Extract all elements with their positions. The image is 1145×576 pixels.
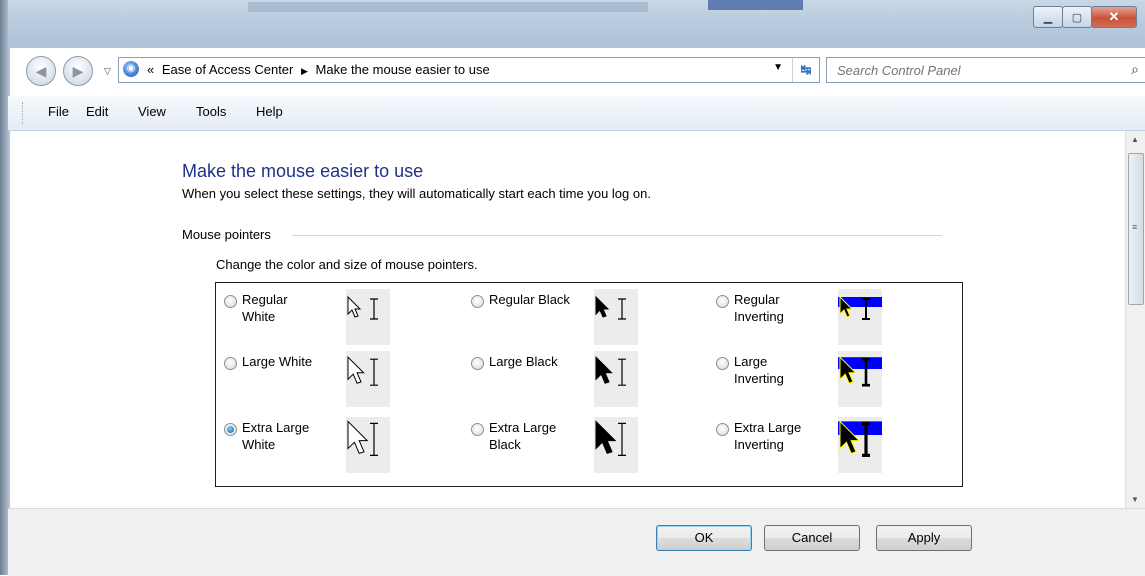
pointer-option-label-line2: Inverting [734,437,784,452]
pointer-preview-icon [346,351,390,407]
pointer-preview-icon [838,289,882,345]
pointer-option-radio[interactable] [471,295,484,308]
pointer-preview-icon [838,351,882,407]
thumb-grip-icon: ≡ [1132,222,1138,232]
menu-bar: File Edit View Tools Help [8,96,1145,131]
forward-arrow-icon[interactable]: ▶ [63,56,93,86]
pointer-option-radio[interactable] [224,295,237,308]
scroll-up-icon[interactable]: ▲ [1131,135,1139,144]
pointer-preview-icon [594,289,638,345]
recent-pages-dropdown-icon[interactable]: ▽ [104,66,111,77]
pointer-option-label-line1: Extra Large [242,420,310,435]
pointer-option-radio[interactable] [224,357,237,370]
pointer-option-label[interactable]: Extra Large Black [489,419,556,453]
pointer-option-label-line1: Large Black [489,354,558,369]
search-box[interactable]: ⌕ [826,57,1145,83]
pointer-option-radio[interactable] [716,357,729,370]
pointer-option-label-line1: Extra Large [489,420,557,435]
refresh-icon[interactable]: ↹ [792,58,819,82]
menu-view[interactable]: View [138,104,166,119]
section-heading: Mouse pointers [182,227,271,242]
menu-grip [22,102,26,124]
pointer-option-label-line1: Large White [242,354,313,369]
close-icon[interactable]: ✕ [1091,6,1137,28]
vertical-scrollbar[interactable]: ▲ ≡ ▼ [1125,131,1145,508]
pointer-preview-graphic [347,295,378,320]
pointer-option-label[interactable]: Large Inverting [734,353,784,387]
pointer-option-label-line2: Black [489,437,521,452]
pointer-option-label-line1: Large [734,354,768,369]
pointer-preview-icon [838,417,882,473]
section-divider [292,235,942,236]
cancel-button[interactable]: Cancel [764,525,860,551]
apply-button[interactable]: Apply [876,525,972,551]
pointer-option-label[interactable]: Regular Black [489,291,570,308]
breadcrumb-overflow[interactable]: « [147,62,154,77]
pointer-option-label-line2: White [242,309,276,324]
pointer-option-radio[interactable] [471,357,484,370]
section-description: Change the color and size of mouse point… [216,257,478,272]
search-icon[interactable]: ⌕ [1131,61,1139,78]
pointer-option-label-line1: Extra Large [734,420,802,435]
pointer-option-label[interactable]: Regular Inverting [734,291,784,325]
pointer-preview-graphic [347,355,378,386]
pointer-option-radio[interactable] [716,423,729,436]
pointer-option-label[interactable]: Regular White [242,291,288,325]
navigation-bar: ◀ ▶ ▽ ◉ « Ease of Access Center ▶ Make t… [8,52,1145,92]
address-bar[interactable]: ◉ « Ease of Access Center ▶ Make the mou… [118,57,820,83]
background-blur [708,0,803,10]
pointer-preview-graphic [595,295,626,320]
pointer-preview-graphic [838,295,882,320]
pointer-option-label-line1: Regular [242,292,288,307]
main-content: Make the mouse easier to use When you se… [10,131,1125,508]
pointer-option-radio[interactable] [224,423,237,436]
breadcrumb-current[interactable]: Make the mouse easier to use [316,62,490,77]
menu-edit[interactable]: Edit [86,104,108,119]
pointer-preview-icon [594,351,638,407]
menu-help[interactable]: Help [256,104,283,119]
pointer-option-label-line2: Inverting [734,371,784,386]
menu-file[interactable]: File [48,104,69,119]
pointer-option-label[interactable]: Extra Large White [242,419,309,453]
pointer-preview-graphic [595,420,626,456]
control-panel-window: ▁ ▢ ✕ ◀ ▶ ▽ ◉ « Ease of Access Center ▶ … [0,0,1145,576]
pointer-option-label-line1: Regular Black [489,292,570,307]
button-bar: OK Cancel Apply [8,508,1145,576]
pointer-preview-graphic [838,420,882,457]
pointer-scheme-group: Regular White Regular Black Regular Invertin… [215,282,963,487]
pointer-option-label[interactable]: Large Black [489,353,558,370]
background-blur [248,2,648,12]
pointer-preview-icon [346,289,390,345]
control-panel-icon: ◉ [123,61,139,77]
breadcrumb: « Ease of Access Center ▶ Make the mouse… [147,62,494,77]
menu-tools[interactable]: Tools [196,104,226,119]
breadcrumb-separator-icon[interactable]: ▶ [301,66,308,76]
pointer-option-label-line2: White [242,437,276,452]
pointer-option-label-line1: Regular [734,292,780,307]
scroll-thumb[interactable]: ≡ [1128,153,1144,305]
page-title: Make the mouse easier to use [182,161,424,181]
pointer-option-radio[interactable] [471,423,484,436]
pointer-option-label[interactable]: Large White [242,353,312,370]
title-bar[interactable]: ▁ ▢ ✕ [8,0,1145,48]
pointer-preview-graphic [838,355,882,387]
maximize-icon[interactable]: ▢ [1062,6,1092,28]
scroll-down-icon[interactable]: ▼ [1131,495,1139,504]
address-dropdown-icon[interactable]: ▼ [773,62,783,73]
pointer-preview-icon [346,417,390,473]
search-input[interactable] [835,61,1119,79]
pointer-option-label-line2: Inverting [734,309,784,324]
ok-button[interactable]: OK [656,525,752,551]
page-subtitle: When you select these settings, they wil… [182,186,651,201]
pointer-option-radio[interactable] [716,295,729,308]
pointer-preview-icon [594,417,638,473]
minimize-icon[interactable]: ▁ [1033,6,1063,28]
pointer-preview-graphic [595,355,626,386]
pointer-option-label[interactable]: Extra Large Inverting [734,419,801,453]
window-controls: ▁ ▢ ✕ [1033,6,1137,28]
breadcrumb-ease-of-access-center[interactable]: Ease of Access Center [162,62,294,77]
back-arrow-icon[interactable]: ◀ [26,56,56,86]
pointer-preview-graphic [347,420,378,456]
